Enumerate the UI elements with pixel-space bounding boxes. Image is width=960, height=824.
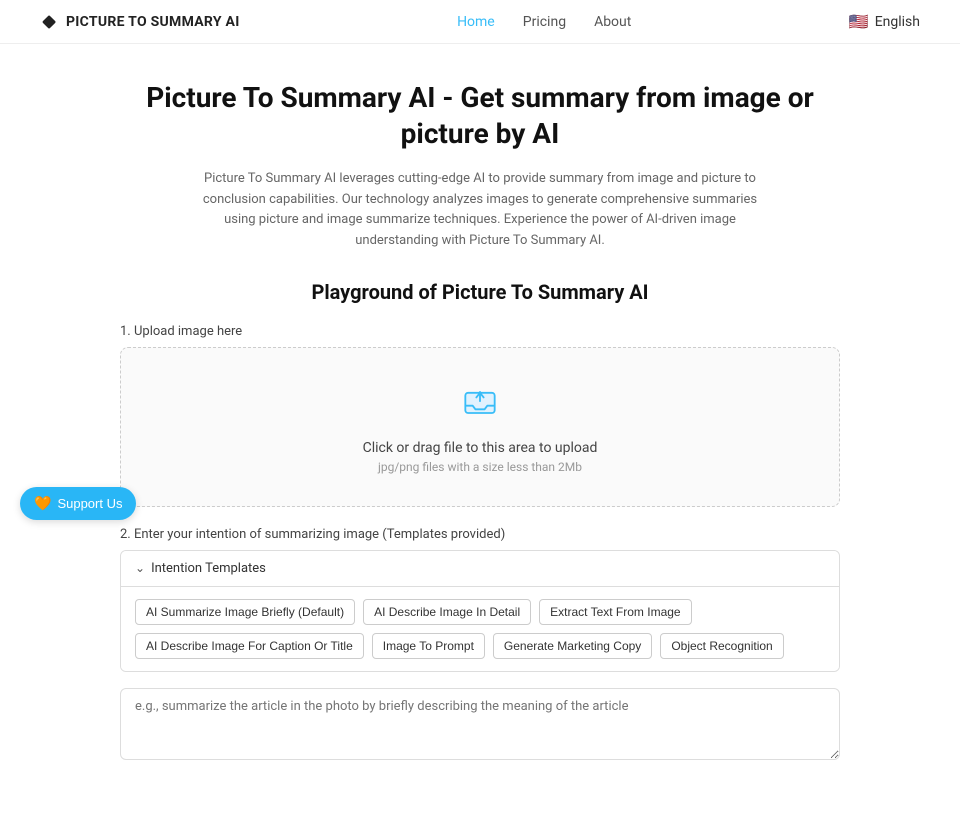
nav-home[interactable]: Home [457, 14, 495, 30]
playground-title: Playground of Picture To Summary AI [120, 280, 840, 304]
upload-dropzone[interactable]: Click or drag file to this area to uploa… [120, 347, 840, 507]
nav-about[interactable]: About [594, 14, 631, 30]
tag-summarize-briefly[interactable]: AI Summarize Image Briefly (Default) [135, 599, 355, 625]
logo-area: PICTURE TO SUMMARY AI [40, 13, 240, 31]
support-button[interactable]: 🧡 Support Us [20, 487, 136, 520]
tag-marketing-copy[interactable]: Generate Marketing Copy [493, 633, 652, 659]
upload-icon-wrapper [458, 380, 502, 428]
tag-describe-detail[interactable]: AI Describe Image In Detail [363, 599, 531, 625]
main-nav: Home Pricing About [457, 14, 631, 30]
tag-object-recognition[interactable]: Object Recognition [660, 633, 783, 659]
heart-icon: 🧡 [34, 495, 51, 512]
intention-header-label: Intention Templates [151, 561, 266, 576]
template-tags-container: AI Summarize Image Briefly (Default) AI … [121, 587, 839, 671]
logo-icon [40, 13, 58, 31]
flag-icon: 🇺🇸 [849, 12, 869, 31]
upload-main-text: Click or drag file to this area to uploa… [363, 440, 598, 456]
hero-title: Picture To Summary AI - Get summary from… [120, 80, 840, 153]
logo-text: PICTURE TO SUMMARY AI [66, 14, 240, 30]
hero-description: Picture To Summary AI leverages cutting-… [200, 169, 760, 252]
prompt-textarea[interactable] [120, 688, 840, 760]
intention-panel: ⌄ Intention Templates AI Summarize Image… [120, 550, 840, 672]
upload-icon [458, 380, 502, 424]
upload-sub-text: jpg/png files with a size less than 2Mb [378, 460, 582, 474]
nav-pricing[interactable]: Pricing [523, 14, 566, 30]
main-content: Picture To Summary AI - Get summary from… [100, 44, 860, 824]
language-selector[interactable]: 🇺🇸 English [849, 12, 920, 31]
intention-section: ⌄ Intention Templates AI Summarize Image… [120, 550, 840, 672]
tag-describe-caption[interactable]: AI Describe Image For Caption Or Title [135, 633, 364, 659]
upload-section-label: 1. Upload image here [120, 324, 840, 339]
site-header: PICTURE TO SUMMARY AI Home Pricing About… [0, 0, 960, 44]
tag-image-to-prompt[interactable]: Image To Prompt [372, 633, 485, 659]
language-label: English [875, 14, 920, 30]
intention-panel-header[interactable]: ⌄ Intention Templates [121, 551, 839, 587]
chevron-down-icon: ⌄ [135, 561, 145, 575]
tag-extract-text[interactable]: Extract Text From Image [539, 599, 691, 625]
support-label: Support Us [57, 496, 122, 511]
